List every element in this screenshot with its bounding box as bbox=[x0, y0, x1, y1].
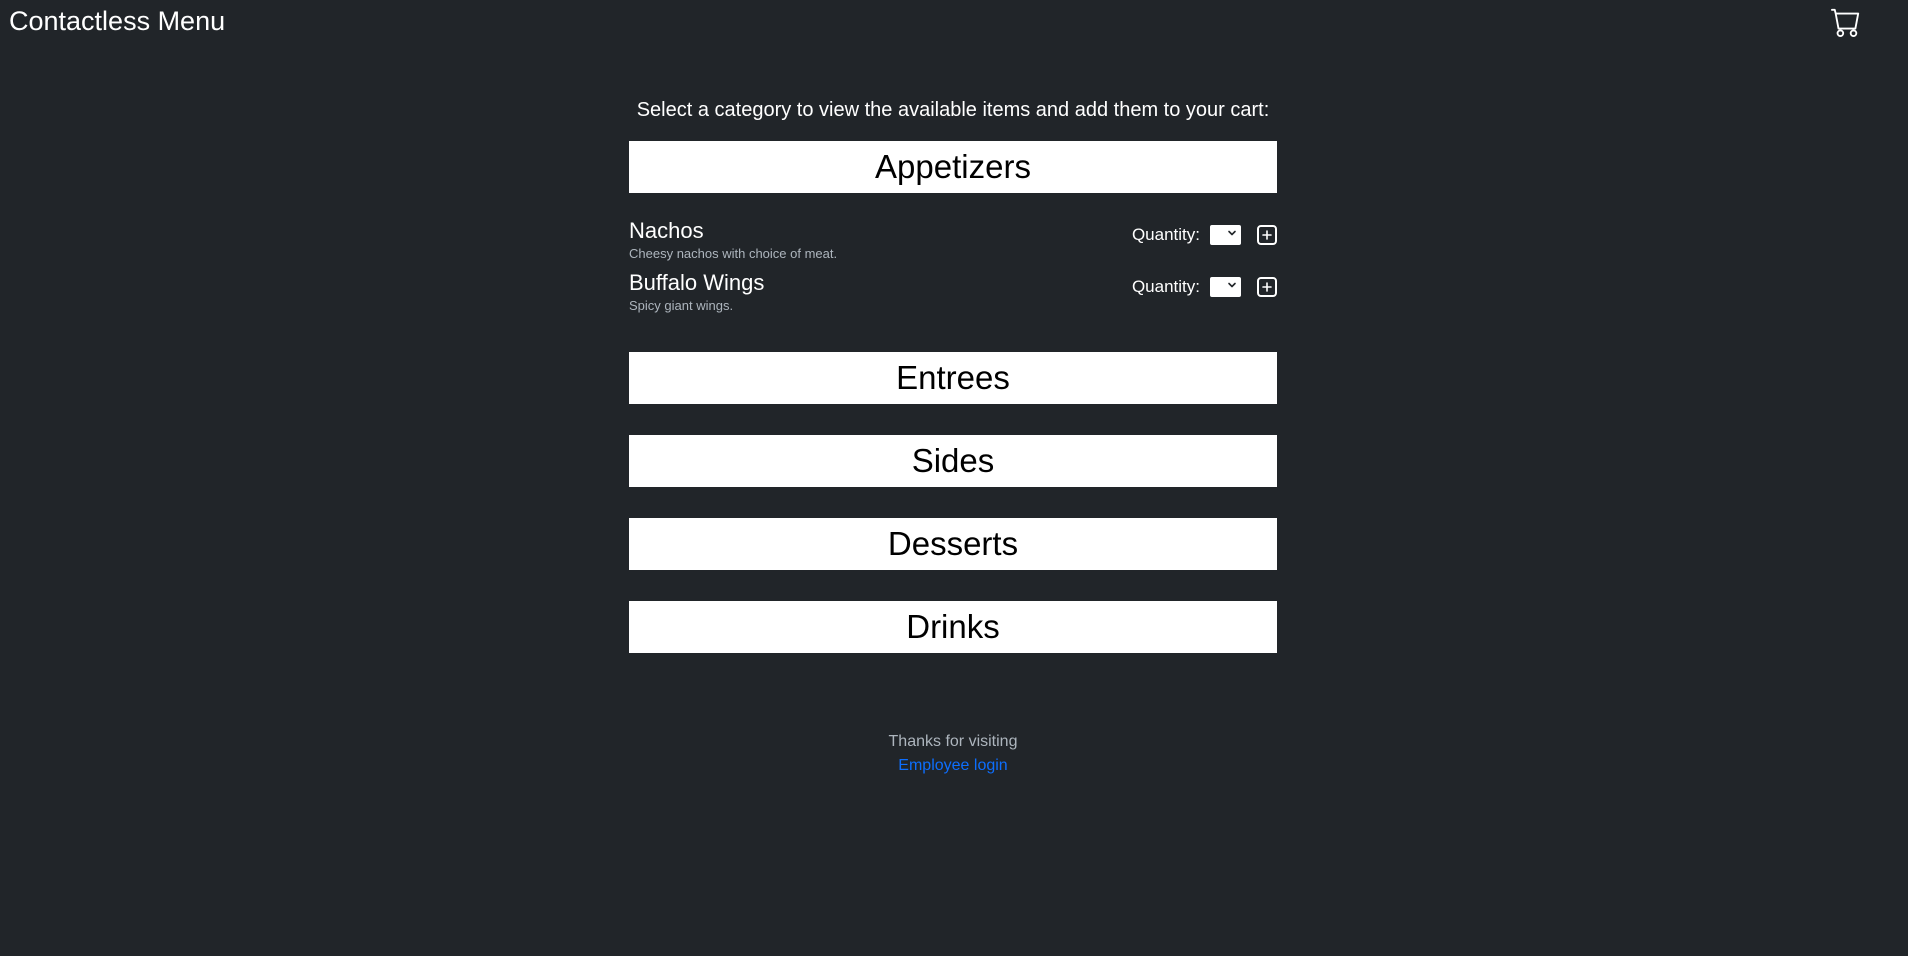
category-spacer bbox=[629, 570, 1277, 601]
quantity-label: Quantity: bbox=[1131, 225, 1200, 244]
quantity-select[interactable] bbox=[1210, 277, 1241, 297]
category-appetizers[interactable]: Appetizers bbox=[629, 141, 1277, 193]
category-sides[interactable]: Sides bbox=[629, 435, 1277, 487]
category-desserts[interactable]: Desserts bbox=[629, 518, 1277, 570]
item-description: Spicy giant wings. bbox=[629, 298, 734, 313]
cart-button[interactable] bbox=[1828, 6, 1864, 38]
add-to-cart-button[interactable] bbox=[1257, 225, 1277, 245]
quantity-controls: Quantity: bbox=[1132, 223, 1277, 247]
instructions-text: Select a category to view the available … bbox=[636, 99, 1270, 121]
plus-icon bbox=[1262, 230, 1272, 240]
category-entrees[interactable]: Entrees bbox=[629, 352, 1277, 404]
category-drinks[interactable]: Drinks bbox=[629, 601, 1277, 653]
quantity-label: Quantity: bbox=[1131, 277, 1200, 296]
employee-login-link[interactable]: Employee login bbox=[898, 754, 1007, 778]
add-to-cart-button[interactable] bbox=[1257, 277, 1277, 297]
item-description: Cheesy nachos with choice of meat. bbox=[629, 246, 838, 261]
footer: Thanks for visiting Employee login bbox=[629, 730, 1277, 778]
menu-item-nachos: Nachos Cheesy nachos with choice of meat… bbox=[629, 217, 1277, 269]
chevron-down-icon bbox=[1228, 230, 1236, 236]
brand-title[interactable]: Contactless Menu bbox=[9, 4, 225, 38]
category-spacer bbox=[629, 487, 1277, 518]
quantity-controls: Quantity: bbox=[1132, 275, 1277, 299]
thanks-text: Thanks for visiting bbox=[888, 733, 1018, 750]
chevron-down-icon bbox=[1228, 282, 1236, 288]
menu-item-buffalo-wings: Buffalo Wings Spicy giant wings. Quantit… bbox=[629, 269, 1277, 321]
cart-icon bbox=[1831, 8, 1860, 37]
quantity-select[interactable] bbox=[1210, 225, 1241, 245]
navbar: Contactless Menu bbox=[0, 0, 1908, 44]
category-spacer bbox=[629, 404, 1277, 435]
menu-container: Select a category to view the available … bbox=[629, 90, 1277, 653]
appetizers-items: Nachos Cheesy nachos with choice of meat… bbox=[629, 193, 1277, 321]
plus-icon bbox=[1262, 282, 1272, 292]
